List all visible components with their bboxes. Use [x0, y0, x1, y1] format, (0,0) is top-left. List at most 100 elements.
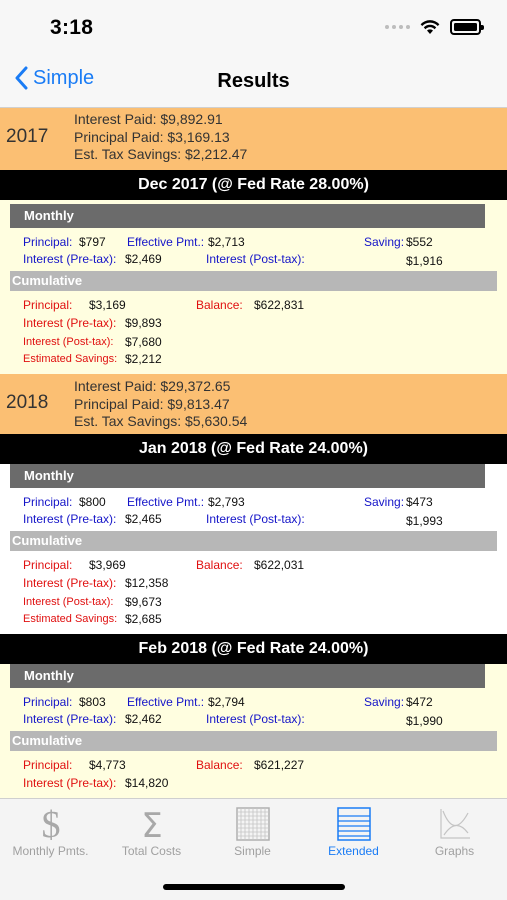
cumulative-interest-pre-label: Interest (Pre-tax): [23, 316, 117, 330]
monthly-principal-value: $800 [79, 495, 106, 509]
monthly-effective-pmt-value: $2,794 [208, 695, 245, 709]
tab-label: Extended [328, 844, 379, 858]
cumulative-principal-value: $4,773 [89, 758, 126, 772]
year-est-tax-savings: Est. Tax Savings: $5,630.54 [74, 413, 248, 429]
monthly-interest-post-value: $1,993 [406, 514, 443, 528]
monthly-principal-label: Principal: [23, 695, 73, 709]
monthly-principal-label: Principal: [23, 495, 73, 509]
grid-icon [202, 805, 303, 843]
cumulative-interest-pre-value: $9,893 [125, 316, 162, 330]
status-bar: 3:18 [0, 0, 507, 56]
monthly-effective-pmt-value: $2,793 [208, 495, 245, 509]
battery-icon [450, 19, 484, 35]
month-header-dec-2017: Dec 2017 (@ Fed Rate 28.00%) [0, 170, 507, 200]
cumulative-principal-label: Principal: [23, 558, 73, 572]
tab-monthly-pmts[interactable]: $ Monthly Pmts. [0, 799, 101, 869]
monthly-effective-pmt-label: Effective Pmt.: [127, 495, 205, 509]
tab-total-costs[interactable]: Σ Total Costs [101, 799, 202, 869]
monthly-interest-post-value: $1,990 [406, 714, 443, 728]
monthly-saving-value: $552 [406, 235, 433, 249]
cumulative-balance-value: $621,227 [254, 758, 305, 772]
cumulative-interest-pre-value: $14,820 [125, 776, 169, 790]
cumulative-principal-value: $3,969 [89, 558, 126, 572]
cumulative-interest-pre-label: Interest (Pre-tax): [23, 776, 117, 790]
monthly-principal-label: Principal: [23, 235, 73, 249]
cumulative-interest-post-value: $7,680 [125, 335, 162, 349]
cumulative-balance-value: $622,831 [254, 298, 305, 312]
month-header-jan-2018: Jan 2018 (@ Fed Rate 24.00%) [0, 434, 507, 464]
year-summary-2018: 2018 Interest Paid: $29,372.65 Principal… [0, 374, 507, 434]
cumulative-balance-label: Balance: [196, 298, 243, 312]
page-title: Results [217, 70, 290, 92]
tab-simple[interactable]: Simple [202, 799, 303, 869]
year-est-tax-savings: Est. Tax Savings: $2,212.47 [74, 146, 248, 162]
cumulative-estimated-savings-value: $2,685 [125, 612, 162, 626]
cellular-signal-icon [385, 25, 410, 29]
home-indicator[interactable] [163, 884, 345, 890]
year-interest-paid: Interest Paid: $29,372.65 [74, 378, 231, 394]
monthly-saving-value: $473 [406, 495, 433, 509]
tab-label: Total Costs [121, 844, 182, 858]
tab-label: Simple [234, 844, 271, 858]
monthly-saving-label: Saving: [364, 695, 405, 709]
wifi-icon [420, 19, 440, 34]
cumulative-interest-pre-label: Interest (Pre-tax): [23, 576, 117, 590]
month-header-feb-2018: Feb 2018 (@ Fed Rate 24.00%) [0, 634, 507, 664]
cumulative-principal-value: $3,169 [89, 298, 126, 312]
monthly-interest-post-label: Interest (Post-tax): [206, 252, 305, 266]
monthly-effective-pmt-label: Effective Pmt.: [127, 695, 205, 709]
monthly-interest-post-value: $1,916 [406, 254, 443, 268]
monthly-interest-post-label: Interest (Post-tax): [206, 512, 305, 526]
list-icon [303, 805, 404, 843]
cumulative-interest-pre-value: $12,358 [125, 576, 169, 590]
cumulative-balance-value: $622,031 [254, 558, 305, 572]
monthly-section-bar: Monthly [10, 204, 485, 228]
monthly-interest-pre-label: Interest (Pre-tax): [23, 512, 117, 526]
monthly-interest-pre-value: $2,462 [125, 712, 162, 726]
cumulative-principal-label: Principal: [23, 298, 73, 312]
tab-extended[interactable]: Extended [303, 799, 404, 869]
year-principal-paid: Principal Paid: $9,813.47 [74, 395, 230, 412]
monthly-interest-post-label: Interest (Post-tax): [206, 712, 305, 726]
cumulative-section-bar: Cumulative [10, 271, 497, 291]
monthly-saving-label: Saving: [364, 495, 405, 509]
year-summary-2017: 2017 Interest Paid: $9,892.91 Principal … [0, 108, 507, 170]
monthly-interest-pre-label: Interest (Pre-tax): [23, 712, 117, 726]
monthly-effective-pmt-label: Effective Pmt.: [127, 235, 205, 249]
year-summary-lines: Interest Paid: $9,892.91 Principal Paid:… [74, 111, 247, 164]
tab-label: Graphs [434, 844, 475, 858]
monthly-section-bar: Monthly [10, 664, 485, 688]
year-interest-paid: Interest Paid: $9,892.91 [74, 111, 223, 127]
monthly-effective-pmt-value: $2,713 [208, 235, 245, 249]
tab-label: Monthly Pmts. [12, 844, 89, 858]
graph-icon [404, 805, 505, 843]
tab-graphs[interactable]: Graphs [404, 799, 505, 869]
year-summary-lines: Interest Paid: $29,372.65 Principal Paid… [74, 378, 247, 431]
month-block-jan-2018: Monthly Principal: $800 Effective Pmt.: … [0, 464, 507, 634]
dollar-icon: $ [0, 805, 101, 843]
cumulative-interest-post-value: $9,673 [125, 595, 162, 609]
results-scroll-view[interactable]: 2017 Interest Paid: $9,892.91 Principal … [0, 108, 507, 798]
cumulative-section-bar: Cumulative [10, 731, 497, 751]
cumulative-estimated-savings-label: Estimated Savings: [23, 613, 118, 625]
monthly-saving-label: Saving: [364, 235, 405, 249]
monthly-interest-pre-value: $2,465 [125, 512, 162, 526]
svg-text:$: $ [41, 805, 60, 843]
cumulative-principal-label: Principal: [23, 758, 73, 772]
cumulative-section-bar: Cumulative [10, 531, 497, 551]
cumulative-balance-label: Balance: [196, 558, 243, 572]
month-block-dec-2017: Monthly Principal: $797 Effective Pmt.: … [0, 200, 507, 374]
monthly-section-bar: Monthly [10, 464, 485, 488]
monthly-interest-pre-label: Interest (Pre-tax): [23, 252, 117, 266]
status-time: 3:18 [50, 16, 94, 39]
monthly-interest-pre-value: $2,469 [125, 252, 162, 266]
svg-text:Σ: Σ [141, 806, 162, 843]
month-block-feb-2018: Monthly Principal: $803 Effective Pmt.: … [0, 664, 507, 798]
sigma-icon: Σ [101, 805, 202, 843]
cumulative-balance-label: Balance: [196, 758, 243, 772]
monthly-principal-value: $797 [79, 235, 106, 249]
navigation-bar: Simple Results [0, 56, 507, 108]
year-label: 2017 [6, 126, 49, 147]
year-principal-paid: Principal Paid: $3,169.13 [74, 128, 230, 145]
cumulative-interest-post-label: Interest (Post-tax): [23, 336, 114, 348]
